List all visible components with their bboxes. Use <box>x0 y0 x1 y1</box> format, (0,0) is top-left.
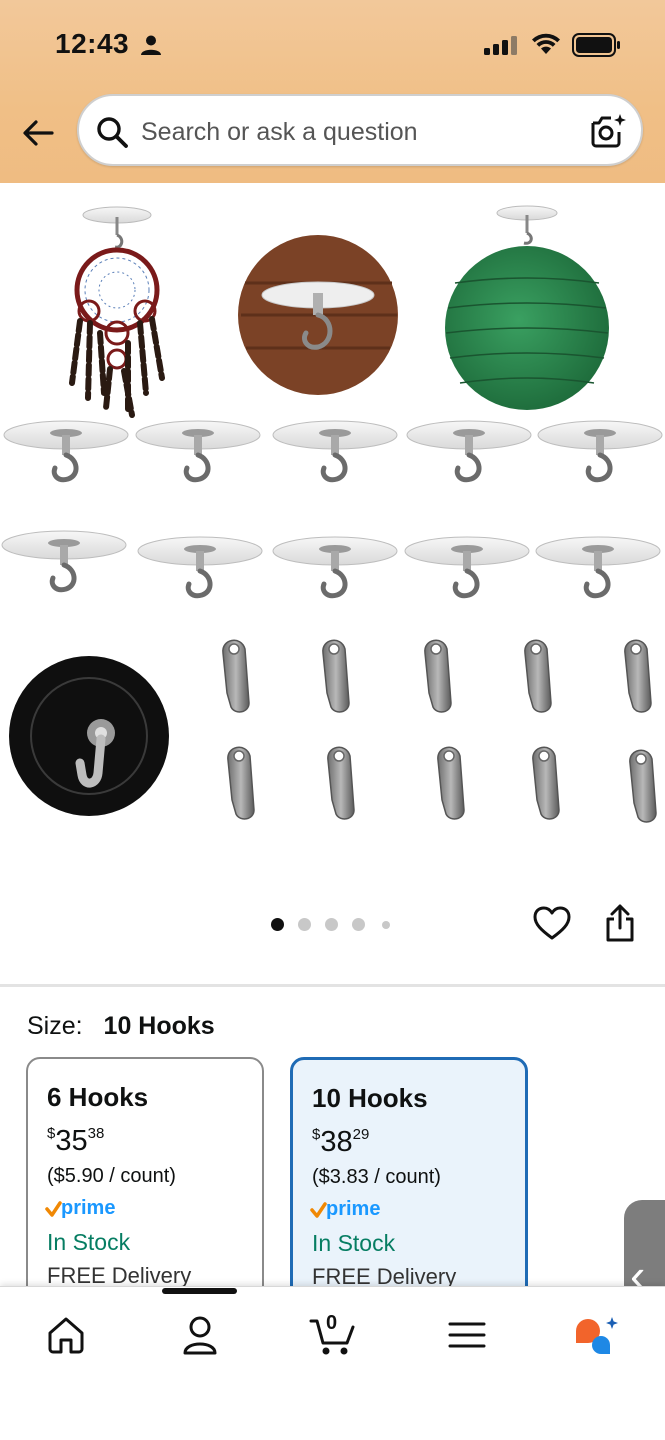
size-label: Size: <box>27 1012 83 1040</box>
option-stock-status: In Stock <box>47 1229 131 1255</box>
status-time: 12:43 <box>55 28 130 59</box>
svg-text:prime: prime <box>326 1198 380 1220</box>
option-name: 10 Hooks <box>312 1083 428 1113</box>
dreamcatcher-illustration <box>69 206 165 418</box>
j-hook-illustration <box>532 746 560 820</box>
prime-logo-icon: prime <box>310 1198 380 1220</box>
cellular-signal-icon <box>484 36 517 55</box>
home-icon[interactable] <box>44 1313 88 1357</box>
pager-dot[interactable] <box>382 921 390 929</box>
ceiling-hook-illustration <box>538 421 662 480</box>
app-header: 12:43 Search or ask a question <box>0 0 665 183</box>
bottom-navigation <box>0 1286 665 1440</box>
search-icon <box>97 117 128 148</box>
wifi-icon <box>532 33 560 54</box>
option-unit-price: ($3.83 / count) <box>312 1166 441 1188</box>
hook-closeup-illustration <box>9 656 169 816</box>
option-price: $3829 <box>312 1126 370 1158</box>
camera-search-icon[interactable] <box>589 112 627 150</box>
selected-size-value: 10 Hooks <box>103 1012 215 1040</box>
option-price: $3538 <box>47 1125 105 1157</box>
j-hook-illustration <box>624 639 652 713</box>
rufus-assistant-icon[interactable] <box>572 1313 622 1357</box>
j-hook-illustration <box>222 639 250 713</box>
status-bar: 12:43 <box>0 0 665 90</box>
search-bar[interactable]: Search or ask a question <box>77 94 643 166</box>
product-image-art <box>0 205 665 823</box>
pager-dot[interactable] <box>325 918 338 931</box>
heart-icon[interactable] <box>533 905 571 943</box>
product-image[interactable] <box>0 183 665 883</box>
j-hook-illustration <box>524 639 552 713</box>
j-hook-illustration <box>437 746 465 820</box>
menu-icon[interactable] <box>445 1313 489 1357</box>
ceiling-hook-illustration <box>407 421 531 480</box>
cart-count-badge: 0 <box>326 1312 338 1334</box>
svg-text:prime: prime <box>61 1197 115 1219</box>
account-icon[interactable] <box>178 1313 222 1357</box>
ceiling-hook-illustration <box>2 531 126 590</box>
pager-dot[interactable] <box>298 918 311 931</box>
j-hook-illustration <box>227 746 255 820</box>
option-stock-status: In Stock <box>312 1230 396 1256</box>
option-unit-price: ($5.90 / count) <box>47 1165 176 1187</box>
size-selector-header: Size: 10 Hooks <box>27 1012 215 1041</box>
pager-dot[interactable] <box>271 918 284 931</box>
size-option-6-hooks[interactable]: 6 Hooks $3538 ($5.90 / count) prime In S… <box>26 1057 264 1317</box>
back-arrow-icon[interactable] <box>18 113 58 153</box>
ceiling-hook-illustration <box>273 537 397 596</box>
ceiling-hook-illustration <box>405 537 529 596</box>
ceiling-hook-illustration <box>136 421 260 480</box>
person-icon <box>141 35 161 55</box>
share-icon[interactable] <box>603 903 637 943</box>
ceiling-hook-illustration <box>273 421 397 480</box>
size-option-10-hooks[interactable]: 10 Hooks $3829 ($3.83 / count) prime In … <box>290 1057 528 1317</box>
ceiling-hook-illustration <box>138 537 262 596</box>
pager-dot[interactable] <box>352 918 365 931</box>
ceiling-hook-illustration <box>4 421 128 480</box>
section-divider <box>0 984 665 987</box>
j-hook-illustration <box>424 639 452 713</box>
prime-logo-icon: prime <box>45 1197 115 1219</box>
ceiling-hook-illustration <box>536 537 660 596</box>
wood-ceiling-illustration <box>238 235 398 395</box>
paper-lantern-illustration <box>445 205 609 410</box>
option-name: 6 Hooks <box>47 1082 149 1112</box>
drag-handle[interactable] <box>162 1288 237 1294</box>
j-hook-illustration <box>327 746 355 820</box>
battery-icon <box>572 33 620 57</box>
j-hook-illustration <box>322 639 350 713</box>
j-hook-illustration <box>629 749 657 823</box>
search-input[interactable]: Search or ask a question <box>141 118 418 147</box>
